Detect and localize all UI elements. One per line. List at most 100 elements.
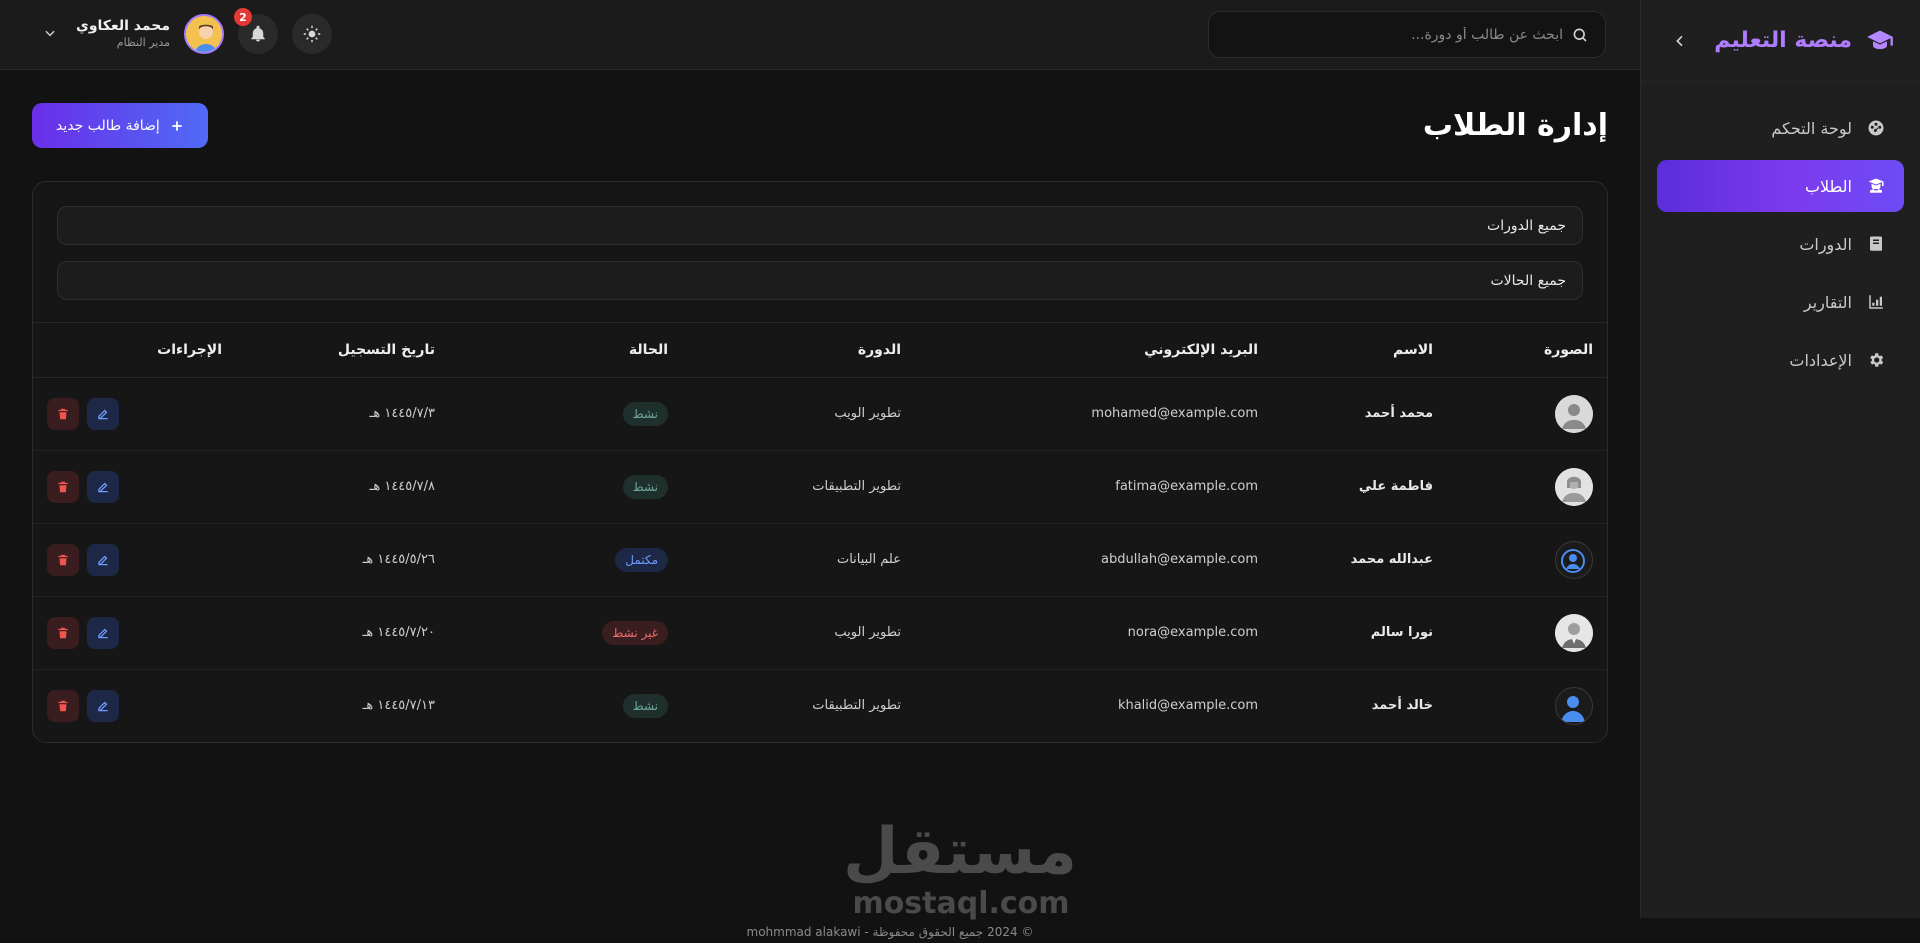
edit-button[interactable] — [87, 397, 119, 430]
registration-date: ١٤٤٥/٧/١٣ هـ — [362, 698, 435, 714]
add-student-label: إضافة طالب جديد — [56, 117, 160, 134]
edit-icon — [98, 409, 108, 419]
header-email: البريد الإلكتروني — [915, 323, 1272, 378]
sidebar-item-label: التقارير — [1803, 292, 1852, 312]
edit-icon — [98, 628, 108, 638]
course-filter-select[interactable]: جميع الدورات — [57, 206, 1583, 245]
table-header-row: الصورة الاسم البريد الإلكتروني الدورة ال… — [33, 323, 1607, 378]
header-date: تاريخ التسجيل — [236, 323, 449, 378]
sidebar-item-label: لوحة التحكم — [1771, 118, 1852, 138]
students-table: الصورة الاسم البريد الإلكتروني الدورة ال… — [33, 323, 1607, 742]
registration-date: ١٤٤٥/٧/٨ هـ — [236, 450, 449, 524]
watermark-arabic: مستقل — [842, 815, 1077, 889]
row-actions — [47, 397, 222, 430]
delete-button[interactable] — [47, 616, 79, 649]
search-icon — [1573, 28, 1587, 42]
notifications-button[interactable]: 2 — [234, 8, 278, 54]
user-avatar-icon — [186, 16, 222, 52]
delete-button[interactable] — [47, 397, 79, 430]
sidebar-item-courses[interactable]: الدورات — [1657, 218, 1904, 270]
page-header: إدارة الطلاب إضافة طالب جديد — [32, 70, 1608, 181]
user-name: محمد العكاوي — [76, 18, 170, 35]
sidebar-item-dashboard[interactable]: لوحة التحكم — [1657, 102, 1904, 154]
student-email: nora@example.com — [915, 596, 1272, 670]
registration-date: ١٤٤٥/٧/٣ هـ — [236, 377, 449, 451]
student-name: محمد أحمد — [1272, 377, 1447, 451]
student-name: نورا سالم — [1272, 596, 1447, 670]
student-photo — [1555, 686, 1593, 725]
collapse-sidebar-button[interactable] — [1665, 26, 1695, 56]
delete-button[interactable] — [47, 470, 79, 503]
sidebar-nav: لوحة التحكم الطلاب الدورات التقارير الإع… — [1641, 82, 1920, 406]
sidebar: منصة التعليم لوحة التحكم الطلاب الدورات … — [1640, 0, 1920, 918]
edit-icon — [98, 701, 108, 712]
theme-toggle-button[interactable] — [292, 14, 332, 54]
sidebar-item-settings[interactable]: الإعدادات — [1657, 334, 1904, 386]
watermark-english: mostaql.com — [852, 886, 1070, 921]
status-badge: نشط — [622, 693, 668, 718]
topbar-actions: محمد العكاوي مدير النظام 2 — [38, 8, 332, 54]
search-input[interactable] — [1225, 26, 1563, 43]
brand-title: منصة التعليم — [1714, 28, 1852, 53]
student-course: تطوير التطبيقات — [812, 698, 901, 714]
edit-button[interactable] — [87, 543, 119, 576]
search-box — [1208, 11, 1606, 58]
course-filter-value: جميع الدورات — [1487, 217, 1566, 234]
edit-button[interactable] — [87, 689, 119, 722]
edit-icon — [98, 482, 108, 492]
table-row: فاطمة علي fatima@example.com تطوير التطب… — [33, 450, 1607, 524]
plus-icon — [172, 120, 182, 131]
footer-copyright: © 2024 جميع الحقوق محفوظة - mohmmad alak… — [746, 925, 1034, 939]
book-icon — [1866, 234, 1886, 254]
user-menu-toggle[interactable] — [38, 25, 62, 44]
edit-button[interactable] — [87, 616, 119, 649]
gear-icon — [1866, 350, 1886, 370]
user-info[interactable]: محمد العكاوي مدير النظام — [76, 18, 170, 49]
status-badge: نشط — [622, 401, 668, 426]
status-filter-select[interactable]: جميع الحالات — [57, 261, 1583, 300]
sun-icon — [303, 25, 321, 43]
avatar[interactable] — [184, 14, 224, 54]
edit-button[interactable] — [87, 470, 119, 503]
student-name: عبدالله محمد — [1272, 523, 1447, 597]
user-role: مدير النظام — [116, 35, 170, 49]
sidebar-item-students[interactable]: الطلاب — [1657, 160, 1904, 212]
sidebar-item-reports[interactable]: التقارير — [1657, 276, 1904, 328]
trash-icon — [58, 627, 68, 638]
status-badge: نشط — [622, 474, 668, 499]
student-name: فاطمة علي — [1272, 450, 1447, 524]
student-course: تطوير الويب — [682, 377, 915, 451]
student-email: fatima@example.com — [915, 450, 1272, 524]
chart-icon — [1866, 292, 1886, 312]
student-course: تطوير الويب — [682, 596, 915, 670]
header-photo: الصورة — [1447, 323, 1607, 378]
edit-icon — [98, 555, 108, 565]
student-email: abdullah@example.com — [915, 523, 1272, 597]
row-actions — [47, 470, 222, 503]
table-row: محمد أحمد mohamed@example.com تطوير الوي… — [33, 377, 1607, 451]
table-row: عبدالله محمد abdullah@example.com علم ال… — [33, 523, 1607, 597]
student-name: خالد أحمد — [1371, 698, 1433, 714]
main-content: إدارة الطلاب إضافة طالب جديد جميع الدورا… — [0, 70, 1640, 743]
row-actions — [47, 543, 222, 576]
student-photo — [1555, 613, 1593, 652]
status-badge: مكتمل — [615, 547, 668, 572]
sidebar-item-label: الإعدادات — [1789, 350, 1852, 370]
trash-icon — [58, 554, 68, 565]
sidebar-item-label: الدورات — [1799, 234, 1852, 254]
student-photo — [1555, 394, 1593, 433]
student-email: khalid@example.com — [1117, 698, 1258, 714]
graduation-cap-icon — [1867, 30, 1893, 49]
delete-button[interactable] — [47, 689, 79, 722]
student-course: علم البيانات — [682, 523, 915, 597]
header-status: الحالة — [449, 323, 682, 378]
registration-date: ١٤٤٥/٥/٢٦ هـ — [236, 523, 449, 597]
add-student-button[interactable]: إضافة طالب جديد — [32, 103, 208, 148]
header-name: الاسم — [1272, 323, 1447, 378]
brand: منصة التعليم — [1641, 0, 1920, 82]
trash-icon — [58, 700, 68, 711]
header-actions: الإجراءات — [33, 323, 236, 378]
delete-button[interactable] — [47, 543, 79, 576]
student-course: تطوير التطبيقات — [682, 450, 915, 524]
trash-icon — [58, 408, 68, 419]
